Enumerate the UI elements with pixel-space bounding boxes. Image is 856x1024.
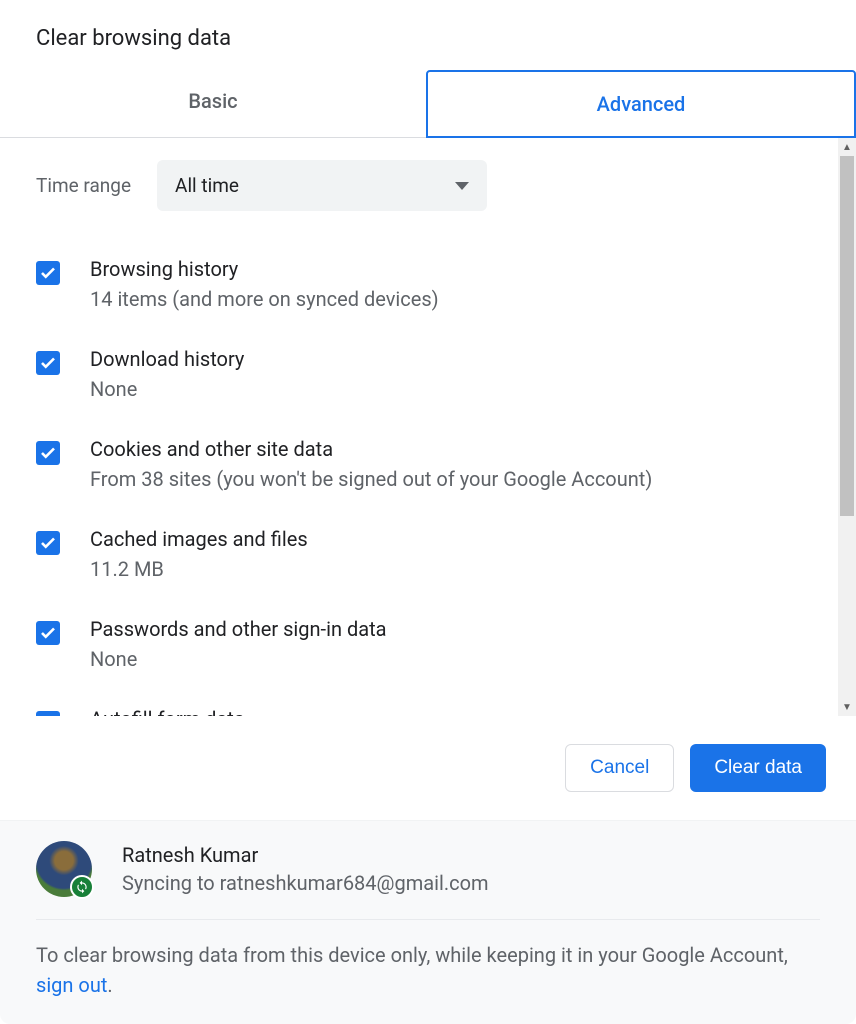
sign-out-link[interactable]: sign out	[36, 973, 107, 997]
item-title: Cookies and other site data	[90, 437, 652, 461]
item-subtitle: 14 items (and more on synced devices)	[90, 287, 439, 311]
time-range-select[interactable]: All time	[157, 160, 487, 211]
cancel-button[interactable]: Cancel	[565, 744, 674, 792]
item-download-history: Download history None	[36, 347, 802, 401]
account-row: Ratnesh Kumar Syncing to ratneshkumar684…	[36, 841, 820, 897]
checkbox-cookies[interactable]	[36, 441, 60, 465]
item-subtitle: None	[90, 377, 244, 401]
item-text: Cached images and files 11.2 MB	[90, 527, 308, 581]
item-title: Download history	[90, 347, 244, 371]
time-range-row: Time range All time	[36, 160, 802, 211]
item-title: Cached images and files	[90, 527, 308, 551]
account-sync-status: Syncing to ratneshkumar684@gmail.com	[122, 871, 489, 895]
item-title: Passwords and other sign-in data	[90, 617, 387, 641]
check-icon	[39, 354, 57, 372]
check-icon	[39, 624, 57, 642]
account-name: Ratnesh Kumar	[122, 843, 489, 867]
action-buttons: Cancel Clear data	[0, 716, 856, 820]
item-cached: Cached images and files 11.2 MB	[36, 527, 802, 581]
checkbox-autofill[interactable]	[36, 711, 60, 716]
item-subtitle: 11.2 MB	[90, 557, 308, 581]
checkbox-browsing-history[interactable]	[36, 261, 60, 285]
time-range-value: All time	[175, 174, 239, 197]
notice-text-suffix: .	[107, 973, 112, 997]
item-title: Autofill form data	[90, 707, 245, 716]
item-passwords: Passwords and other sign-in data None	[36, 617, 802, 671]
scroll-up-icon[interactable]: ▲	[838, 138, 856, 156]
checkbox-passwords[interactable]	[36, 621, 60, 645]
item-title: Browsing history	[90, 257, 439, 281]
item-subtitle: None	[90, 647, 387, 671]
item-text: Download history None	[90, 347, 244, 401]
item-browsing-history: Browsing history 14 items (and more on s…	[36, 257, 802, 311]
clear-data-button[interactable]: Clear data	[690, 744, 826, 792]
avatar-wrap	[36, 841, 92, 897]
dialog-header: Clear browsing data	[0, 0, 856, 69]
item-text: Passwords and other sign-in data None	[90, 617, 387, 671]
sync-badge-icon	[70, 875, 94, 899]
check-icon	[39, 534, 57, 552]
scroll-thumb[interactable]	[840, 156, 854, 516]
tab-basic[interactable]: Basic	[0, 69, 426, 137]
item-text: Autofill form data	[90, 707, 245, 716]
chevron-down-icon	[455, 182, 469, 190]
tab-advanced[interactable]: Advanced	[426, 70, 856, 138]
check-icon	[39, 264, 57, 282]
item-cookies: Cookies and other site data From 38 site…	[36, 437, 802, 491]
clear-browsing-data-dialog: Clear browsing data Basic Advanced Time …	[0, 0, 856, 1024]
account-section: Ratnesh Kumar Syncing to ratneshkumar684…	[0, 820, 856, 1024]
check-icon	[39, 714, 57, 716]
divider	[36, 919, 820, 920]
scroll-down-icon[interactable]: ▼	[838, 698, 856, 716]
checkbox-cached[interactable]	[36, 531, 60, 555]
item-text: Browsing history 14 items (and more on s…	[90, 257, 439, 311]
check-icon	[39, 444, 57, 462]
dialog-title: Clear browsing data	[36, 26, 820, 51]
account-info: Ratnesh Kumar Syncing to ratneshkumar684…	[122, 843, 489, 895]
checkbox-download-history[interactable]	[36, 351, 60, 375]
scrollbar[interactable]: ▲ ▼	[838, 138, 856, 716]
time-range-label: Time range	[36, 174, 131, 197]
item-subtitle: From 38 sites (you won't be signed out o…	[90, 467, 652, 491]
content-area: Time range All time Browsing history 14 …	[0, 138, 856, 716]
sync-icon	[75, 880, 89, 894]
item-autofill: Autofill form data	[36, 707, 802, 716]
tabs: Basic Advanced	[0, 69, 856, 138]
dialog-footer: Cancel Clear data Ratnesh Kumar Syncing …	[0, 716, 856, 1024]
sign-out-notice: To clear browsing data from this device …	[36, 940, 820, 1000]
notice-text-prefix: To clear browsing data from this device …	[36, 943, 788, 967]
scroll-content: Time range All time Browsing history 14 …	[0, 138, 838, 716]
item-text: Cookies and other site data From 38 site…	[90, 437, 652, 491]
